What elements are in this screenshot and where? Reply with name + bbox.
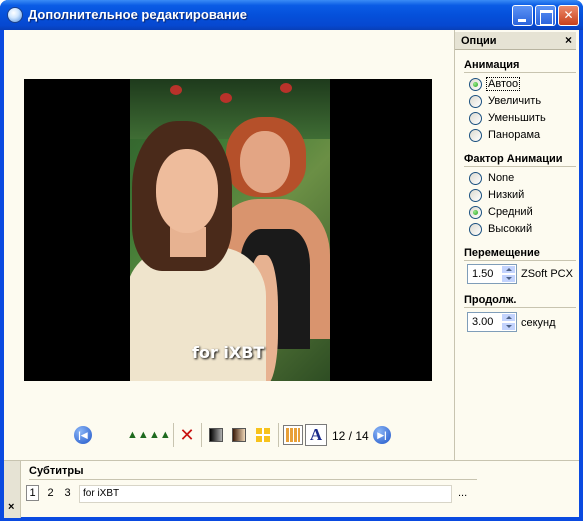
options-close-button[interactable]: × [565, 33, 572, 47]
radio-button[interactable] [469, 206, 482, 219]
mountains-right-icon[interactable]: ▲▲ [149, 426, 171, 444]
subtitles-close-button[interactable]: × [8, 501, 14, 513]
radio-button[interactable] [469, 129, 482, 142]
duration-value[interactable]: 3.00 [472, 316, 493, 328]
fade-sepia-icon[interactable] [232, 428, 246, 442]
slide-preview: for iXBT [24, 79, 432, 381]
subtitles-panel: × Субтитры 1 2 3 for iXBT ... [4, 460, 579, 518]
transition-value[interactable]: 1.50 [472, 268, 493, 280]
duration-stepper[interactable]: 3.00 [467, 312, 517, 332]
spin-up-icon[interactable] [501, 313, 516, 322]
duration-title: Продолж. [464, 294, 517, 306]
font-icon[interactable]: A [305, 424, 327, 446]
next-slide-icon[interactable]: ▶| [373, 426, 391, 444]
delete-icon[interactable]: ✕ [178, 426, 196, 444]
transition-title: Перемещение [464, 247, 540, 259]
duration-unit: секунд [521, 317, 556, 329]
subtitles-sidebar: × [4, 461, 21, 518]
cross-icon[interactable] [256, 428, 270, 442]
photo-watermark: for iXBT [192, 343, 265, 362]
app-icon [7, 7, 23, 23]
radio-button[interactable] [469, 78, 482, 91]
first-slide-icon[interactable]: |◀ [74, 426, 92, 444]
transition-unit: ZSoft PCX и [521, 268, 576, 280]
subtitle-text-input[interactable]: for iXBT [79, 485, 452, 503]
subtitle-tab-2[interactable]: 2 [44, 487, 57, 499]
close-button[interactable]: ✕ [558, 5, 579, 26]
subtitle-tab-3[interactable]: 3 [61, 487, 74, 499]
slide-counter: 12 / 14 [332, 429, 369, 443]
subtitle-more-button[interactable]: ... [458, 487, 467, 499]
radio-button[interactable] [469, 95, 482, 108]
window-title: Дополнительное редактирование [28, 7, 247, 22]
animation-title: Анимация [464, 59, 520, 71]
radio-button[interactable] [469, 189, 482, 202]
spin-up-icon[interactable] [501, 265, 516, 274]
spin-down-icon[interactable] [501, 274, 516, 283]
title-bar[interactable]: Дополнительное редактирование ✕ [0, 0, 583, 30]
film-strip-icon[interactable] [283, 425, 303, 445]
slide-photo: for iXBT [130, 79, 330, 381]
options-title: Опции [461, 35, 497, 47]
slide-toolbar: |◀ ▲▲ ▲▲ ✕ A 12 / 14 ▶| [0, 423, 460, 447]
fade-black-icon[interactable] [209, 428, 223, 442]
maximize-button[interactable] [535, 5, 556, 26]
radio-button[interactable] [469, 112, 482, 125]
subtitles-title: Субтитры [29, 465, 84, 477]
spin-down-icon[interactable] [501, 322, 516, 331]
options-header: Опции × [455, 32, 576, 50]
minimize-button[interactable] [512, 5, 533, 26]
radio-button[interactable] [469, 223, 482, 236]
options-panel: Опции × Анимация Автоо Увеличить Уменьши… [454, 30, 576, 460]
subtitle-tab-1[interactable]: 1 [26, 485, 39, 501]
radio-button[interactable] [469, 172, 482, 185]
mountains-left-icon[interactable]: ▲▲ [127, 426, 149, 444]
factor-title: Фактор Анимации [464, 153, 563, 165]
transition-stepper[interactable]: 1.50 [467, 264, 517, 284]
